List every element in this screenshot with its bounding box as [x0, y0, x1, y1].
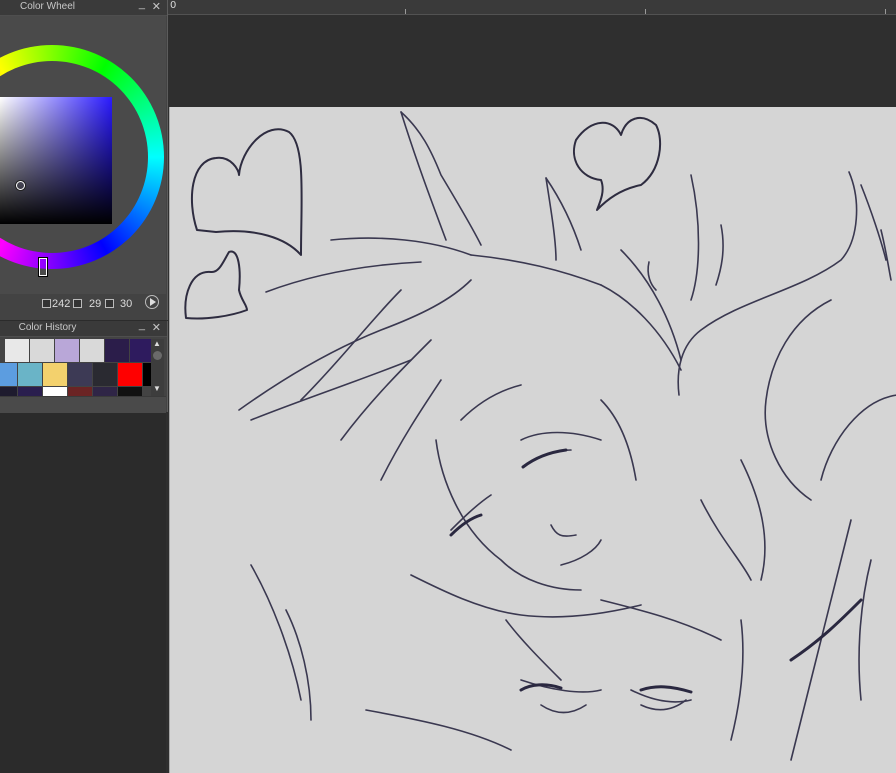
panel-header: Color History _ ✕ — [0, 319, 167, 337]
color-swatch[interactable] — [68, 387, 92, 396]
ruler-origin-label: 0 — [170, 0, 177, 11]
history-footer — [0, 396, 166, 413]
panel-header: Color Wheel _ ✕ — [0, 0, 167, 16]
color-swatch[interactable] — [143, 363, 151, 386]
color-swatch[interactable] — [105, 339, 129, 362]
ruler-tick — [645, 9, 646, 14]
horizontal-ruler: 0 — [166, 0, 896, 15]
minimize-button[interactable]: _ — [139, 0, 145, 10]
color-swatch[interactable] — [5, 339, 29, 362]
panel-title: Color History — [18, 322, 77, 333]
brightness-value[interactable]: 30 — [120, 298, 132, 310]
hue-picker-marker[interactable] — [39, 258, 47, 276]
color-history-panel: Color History _ ✕ ▲ ▼ — [0, 319, 168, 413]
color-swatch[interactable] — [43, 387, 67, 396]
panel-title: Color Wheel — [19, 1, 76, 12]
value-icon — [105, 299, 114, 308]
color-swatch[interactable] — [93, 387, 117, 396]
color-swatch[interactable] — [118, 363, 142, 386]
color-swatch[interactable] — [68, 363, 92, 386]
scroll-thumb[interactable] — [153, 351, 162, 360]
color-wheel-panel: Color Wheel _ ✕ 242 29 30 — [0, 0, 168, 320]
minimize-button[interactable]: _ — [139, 319, 145, 331]
color-swatch[interactable] — [55, 339, 79, 362]
color-swatch[interactable] — [43, 363, 67, 386]
color-swatch[interactable] — [130, 339, 151, 362]
color-history-grid — [0, 339, 151, 396]
hue-icon — [42, 299, 51, 308]
chevron-up-icon[interactable]: ▲ — [153, 339, 161, 348]
play-circle-icon[interactable] — [145, 295, 159, 309]
history-scrollbar[interactable]: ▲ ▼ — [151, 339, 164, 396]
saturation-value-square[interactable] — [0, 97, 112, 224]
close-button[interactable]: ✕ — [152, 0, 161, 13]
color-swatch[interactable] — [0, 387, 17, 396]
saturation-icon — [73, 299, 82, 308]
chevron-down-icon[interactable]: ▼ — [153, 384, 161, 393]
saturation-value[interactable]: 29 — [89, 298, 101, 310]
color-swatch[interactable] — [0, 363, 17, 386]
hue-value[interactable]: 242 — [52, 298, 70, 310]
hsv-readout: 242 29 30 — [0, 294, 166, 314]
ruler-tick — [885, 9, 886, 14]
close-button[interactable]: ✕ — [152, 321, 161, 334]
color-swatch[interactable] — [118, 387, 142, 396]
sv-picker-marker[interactable] — [16, 181, 25, 190]
color-wheel-area — [0, 16, 166, 294]
color-swatch[interactable] — [93, 363, 117, 386]
ruler-tick — [405, 9, 406, 14]
color-swatch[interactable] — [30, 339, 54, 362]
line-art — [184, 111, 896, 761]
color-swatch[interactable] — [80, 339, 104, 362]
color-swatch[interactable] — [18, 363, 42, 386]
drawing-canvas[interactable] — [169, 107, 896, 773]
color-swatch[interactable] — [18, 387, 42, 396]
